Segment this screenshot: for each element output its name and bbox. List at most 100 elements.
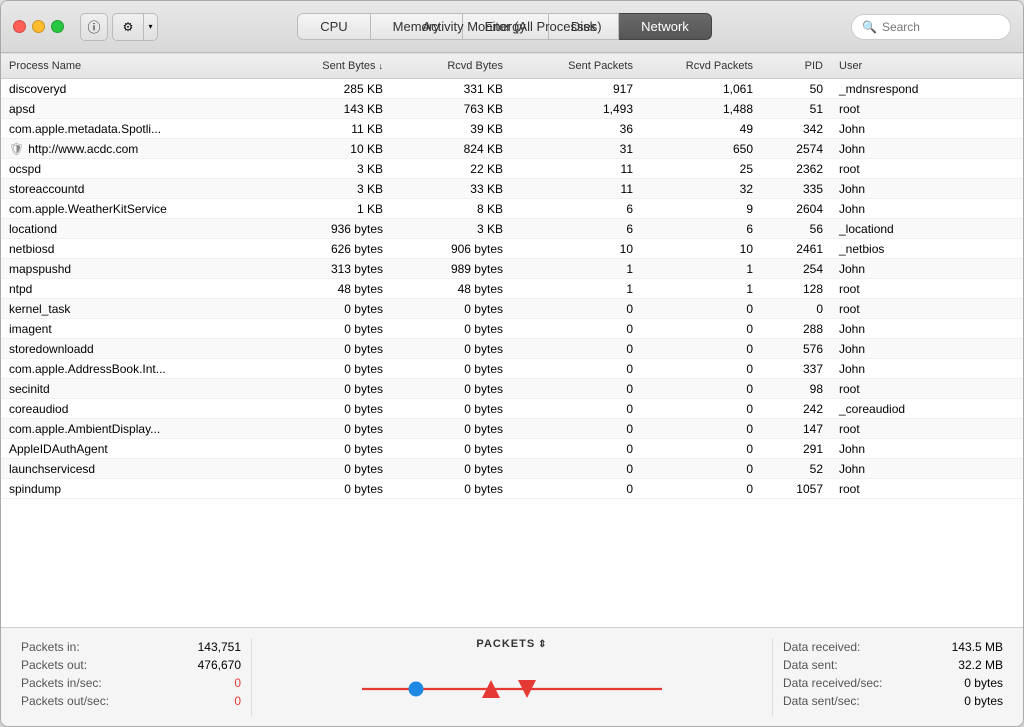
process-name: http://www.acdc.com [28, 142, 138, 156]
minimize-button[interactable] [32, 20, 45, 33]
rcvd-packets-cell: 6 [641, 220, 761, 238]
rcvd-bytes-cell: 0 bytes [391, 460, 511, 478]
table-row[interactable]: com.apple.AddressBook.Int...0 bytes0 byt… [1, 359, 1023, 379]
table-row[interactable]: storedownloadd0 bytes0 bytes00576John [1, 339, 1023, 359]
tab-cpu[interactable]: CPU [297, 13, 370, 40]
process-name-cell: netbiosd [1, 240, 271, 258]
sent-bytes-cell: 285 KB [271, 80, 391, 98]
data-sent-sec-value: 0 bytes [933, 694, 1003, 708]
user-cell: John [831, 340, 1023, 358]
gear-button[interactable]: ⚙ [112, 13, 144, 41]
table-row[interactable]: com.apple.WeatherKitService1 KB8 KB69260… [1, 199, 1023, 219]
data-sent-value: 32.2 MB [933, 658, 1003, 672]
pid-cell: 1057 [761, 480, 831, 498]
process-name-cell: mapspushd [1, 260, 271, 278]
process-name: netbiosd [9, 242, 54, 256]
stats-right: Data received: 143.5 MB Data sent: 32.2 … [783, 638, 1003, 716]
column-headers: Process Name Sent Bytes ↓ Rcvd Bytes Sen… [1, 53, 1023, 79]
table-row[interactable]: ocspd3 KB22 KB11252362root [1, 159, 1023, 179]
rcvd-packets-cell: 49 [641, 120, 761, 138]
col-header-sent-bytes[interactable]: Sent Bytes ↓ [271, 58, 391, 74]
table-row[interactable]: coreaudiod0 bytes0 bytes00242_coreaudiod [1, 399, 1023, 419]
rcvd-bytes-cell: 39 KB [391, 120, 511, 138]
process-name-cell: kernel_task [1, 300, 271, 318]
rcvd-bytes-cell: 763 KB [391, 100, 511, 118]
col-header-rcvd-packets[interactable]: Rcvd Packets [641, 58, 761, 74]
table-row[interactable]: launchservicesd0 bytes0 bytes0052John [1, 459, 1023, 479]
rcvd-packets-cell: 0 [641, 300, 761, 318]
col-header-rcvd-bytes[interactable]: Rcvd Bytes [391, 58, 511, 74]
pid-cell: 128 [761, 280, 831, 298]
pid-cell: 50 [761, 80, 831, 98]
search-icon: 🔍 [862, 20, 877, 34]
table-row[interactable]: AppleIDAuthAgent0 bytes0 bytes00291John [1, 439, 1023, 459]
sent-bytes-cell: 936 bytes [271, 220, 391, 238]
table-row[interactable]: spindump0 bytes0 bytes001057root [1, 479, 1023, 499]
table-row[interactable]: imagent0 bytes0 bytes00288John [1, 319, 1023, 339]
tab-network[interactable]: Network [619, 13, 712, 40]
user-cell: root [831, 380, 1023, 398]
process-name-cell: ocspd [1, 160, 271, 178]
info-button[interactable]: ⓘ [80, 13, 108, 41]
process-name-cell: com.apple.AmbientDisplay... [1, 420, 271, 438]
table-row[interactable]: discoveryd285 KB331 KB9171,06150_mdnsres… [1, 79, 1023, 99]
data-sent-label: Data sent: [783, 658, 838, 672]
data-received-sec-label: Data received/sec: [783, 676, 882, 690]
table-row[interactable]: storeaccountd3 KB33 KB1132335John [1, 179, 1023, 199]
rcvd-packets-cell: 650 [641, 140, 761, 158]
sent-packets-cell: 36 [511, 120, 641, 138]
sent-bytes-cell: 0 bytes [271, 300, 391, 318]
window-title: Activity Monitor (All Processes) [422, 19, 601, 34]
table-row[interactable]: kernel_task0 bytes0 bytes000root [1, 299, 1023, 319]
sent-bytes-cell: 0 bytes [271, 320, 391, 338]
pid-cell: 98 [761, 380, 831, 398]
col-header-user[interactable]: User [831, 58, 1023, 74]
pid-cell: 2461 [761, 240, 831, 258]
shield-icon: 🛡 [9, 142, 24, 156]
table-row[interactable]: netbiosd626 bytes906 bytes10102461_netbi… [1, 239, 1023, 259]
process-name-cell: com.apple.WeatherKitService [1, 200, 271, 218]
user-cell: John [831, 260, 1023, 278]
table-row[interactable]: com.apple.AmbientDisplay...0 bytes0 byte… [1, 419, 1023, 439]
process-name: discoveryd [9, 82, 66, 96]
user-cell: root [831, 420, 1023, 438]
process-name: com.apple.metadata.Spotli... [9, 122, 161, 136]
table-row[interactable]: apsd143 KB763 KB1,4931,48851root [1, 99, 1023, 119]
table-row[interactable]: mapspushd313 bytes989 bytes11254John [1, 259, 1023, 279]
maximize-button[interactable] [51, 20, 64, 33]
sent-bytes-cell: 0 bytes [271, 340, 391, 358]
packets-in-sec-label: Packets in/sec: [21, 676, 102, 690]
table-row[interactable]: ntpd48 bytes48 bytes11128root [1, 279, 1023, 299]
col-header-process-name[interactable]: Process Name [1, 58, 271, 74]
search-input[interactable] [882, 20, 1000, 34]
close-button[interactable] [13, 20, 26, 33]
sent-packets-cell: 1 [511, 280, 641, 298]
sent-packets-cell: 917 [511, 80, 641, 98]
sent-packets-cell: 1 [511, 260, 641, 278]
process-name-cell: 🛡 http://www.acdc.com [1, 140, 271, 158]
chevron-down-icon: ▾ [148, 22, 152, 31]
user-cell: _locationd [831, 220, 1023, 238]
user-cell: root [831, 280, 1023, 298]
process-name-cell: storeaccountd [1, 180, 271, 198]
col-header-sent-packets[interactable]: Sent Packets [511, 58, 641, 74]
data-received-row: Data received: 143.5 MB [783, 638, 1003, 656]
table-row[interactable]: secinitd0 bytes0 bytes0098root [1, 379, 1023, 399]
pid-cell: 147 [761, 420, 831, 438]
pid-cell: 2604 [761, 200, 831, 218]
toolbar-controls: ⓘ ⚙ ▾ [80, 13, 158, 41]
table-row[interactable]: 🛡http://www.acdc.com10 KB824 KB316502574… [1, 139, 1023, 159]
process-name-cell: discoveryd [1, 80, 271, 98]
rcvd-packets-cell: 0 [641, 340, 761, 358]
rcvd-packets-cell: 1,488 [641, 100, 761, 118]
gear-dropdown-button[interactable]: ▾ [144, 13, 158, 41]
pid-cell: 335 [761, 180, 831, 198]
rcvd-bytes-cell: 0 bytes [391, 340, 511, 358]
sent-bytes-cell: 313 bytes [271, 260, 391, 278]
col-header-pid[interactable]: PID [761, 58, 831, 74]
pid-cell: 52 [761, 460, 831, 478]
table-row[interactable]: locationd936 bytes3 KB6656_locationd [1, 219, 1023, 239]
table-row[interactable]: com.apple.metadata.Spotli...11 KB39 KB36… [1, 119, 1023, 139]
rcvd-bytes-cell: 3 KB [391, 220, 511, 238]
pid-cell: 337 [761, 360, 831, 378]
